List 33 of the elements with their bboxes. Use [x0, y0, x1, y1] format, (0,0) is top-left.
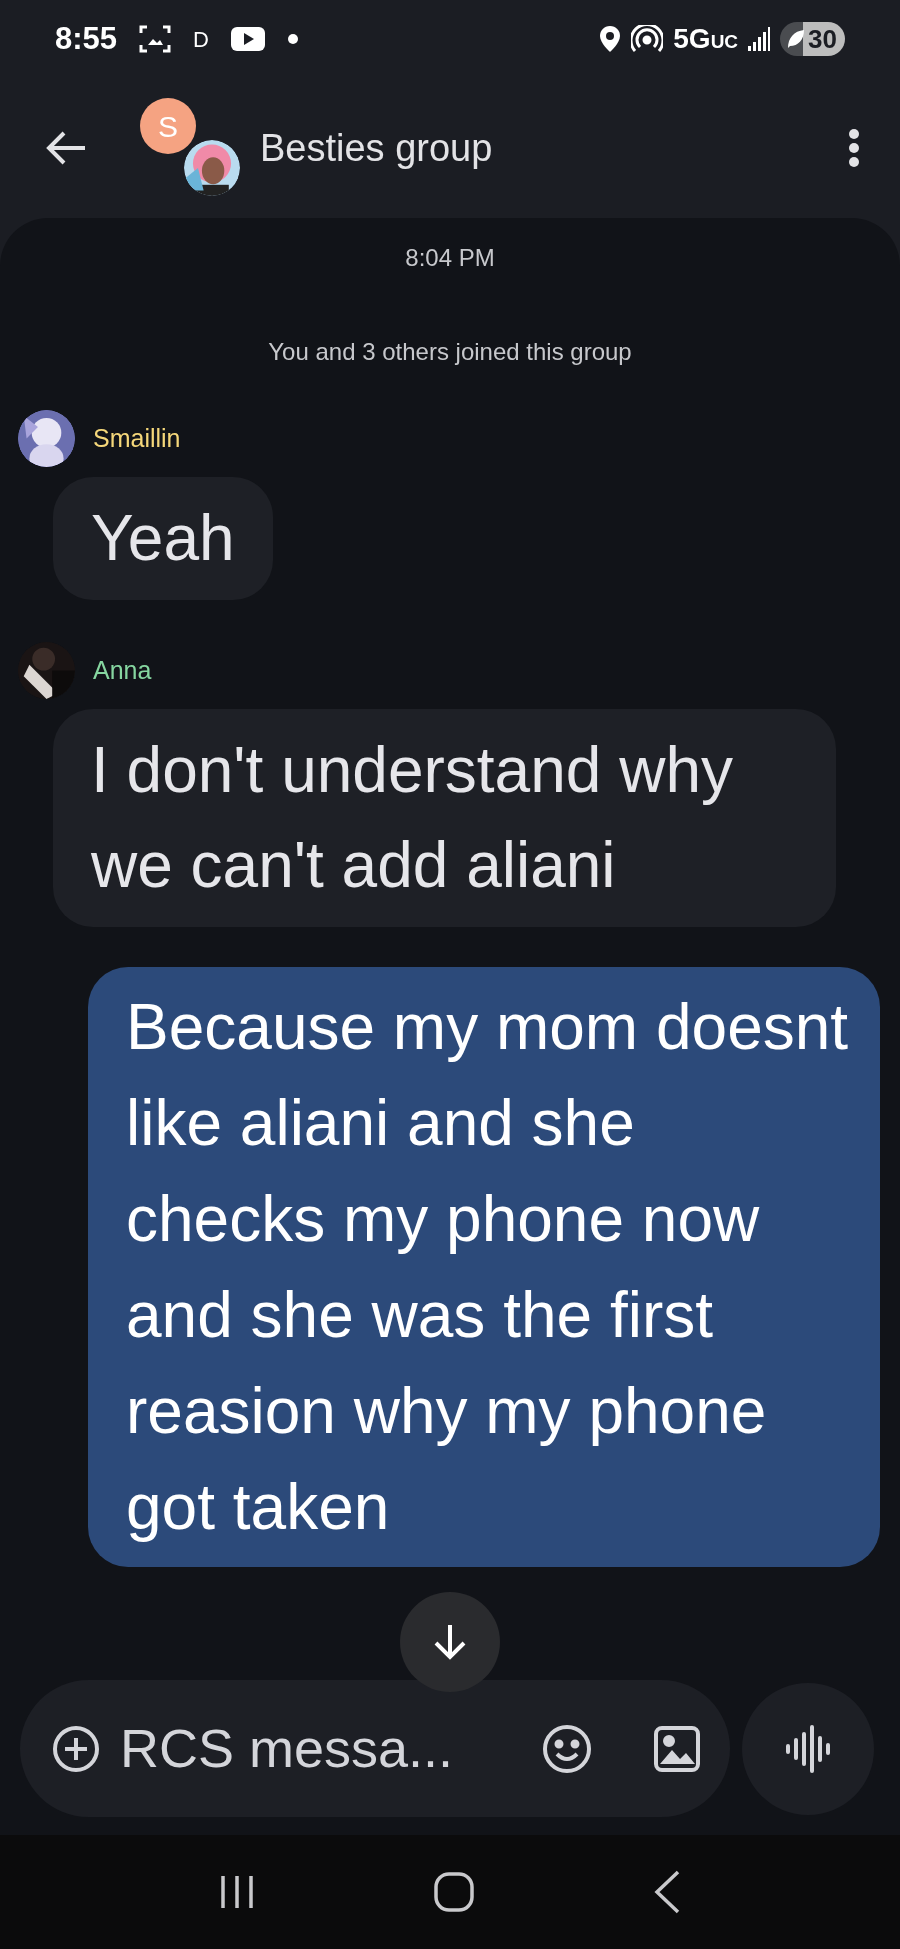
battery-level: 30 [808, 22, 837, 56]
notification-letter: D [193, 25, 209, 54]
sender-name: Anna [93, 654, 152, 686]
home-icon[interactable] [434, 1872, 474, 1912]
network-type: 5G [673, 22, 711, 56]
leaf-icon [786, 28, 807, 50]
emoji-icon[interactable] [542, 1723, 592, 1774]
message-input-field[interactable]: RCS messa... [120, 1708, 490, 1789]
avatar-letter: S [140, 98, 196, 154]
back-icon[interactable] [652, 1870, 681, 1914]
dot-icon [286, 33, 299, 45]
sender-name: Smaillin [93, 422, 181, 454]
down-arrow-icon [433, 1623, 467, 1661]
signal-icon [748, 27, 771, 51]
network-suffix: UC [710, 30, 739, 54]
conversation-title: Besties group [260, 125, 493, 171]
message-composer[interactable]: RCS messa... [20, 1680, 730, 1817]
more-options-icon[interactable] [848, 128, 860, 168]
back-arrow-icon[interactable] [45, 130, 87, 166]
location-pin-icon [599, 25, 622, 53]
image-icon[interactable] [654, 1725, 700, 1772]
clock-time: 8:55 [55, 19, 118, 58]
message-bubble: Yeah [53, 477, 273, 600]
message-bubble: Because my mom doesnt like aliani and she checks my phone now and she was the first reasion why my phone got taken [88, 967, 880, 1567]
add-icon[interactable] [52, 1724, 100, 1773]
hotspot-icon [631, 25, 664, 53]
timestamp: 8:04 PM [404, 243, 496, 273]
recent-apps-icon[interactable] [219, 1874, 256, 1910]
message-bubble: I don't understand why we can't add aliani [53, 709, 836, 927]
video-play-icon [230, 27, 265, 51]
screenshot-icon [139, 24, 172, 54]
system-message: You and 3 others joined this group [267, 337, 633, 367]
audio-wave-icon [786, 1724, 830, 1773]
